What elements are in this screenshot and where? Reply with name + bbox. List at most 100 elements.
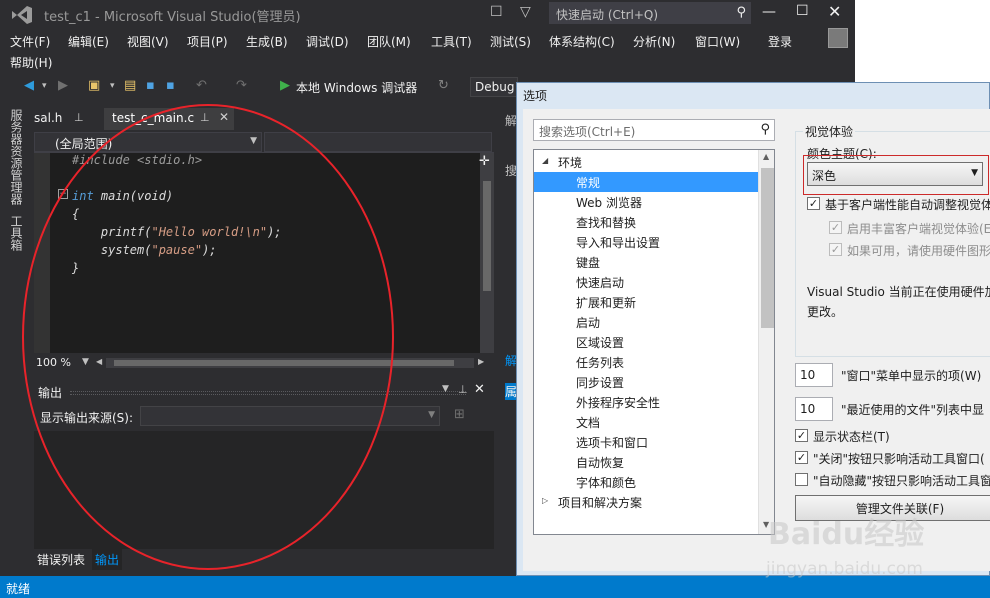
scroll-left-icon[interactable]: ◀: [96, 357, 102, 366]
zoom-select[interactable]: 100 % ▼: [34, 354, 92, 372]
undo-icon[interactable]: ↶: [196, 78, 207, 93]
tree-item-startup[interactable]: 启动: [534, 312, 758, 332]
output-text-area[interactable]: [34, 431, 494, 549]
tab-error-list[interactable]: 错误列表: [34, 549, 88, 570]
menu-help[interactable]: 帮助(H): [10, 54, 52, 71]
color-theme-select[interactable]: 深色 ▼: [807, 162, 983, 186]
rich-visual-checkbox[interactable]: ✓: [829, 221, 842, 234]
tree-item-general[interactable]: 常规: [534, 172, 758, 192]
toolbox-tab[interactable]: 工具箱: [8, 215, 25, 251]
code-line-3[interactable]: int main(void): [72, 189, 173, 203]
pin-icon[interactable]: ⊥: [200, 111, 210, 124]
scroll-thumb[interactable]: [761, 168, 774, 328]
open-file-icon[interactable]: ▤: [124, 78, 136, 93]
editor-horizontal-scrollbar[interactable]: [106, 358, 474, 368]
expanded-arrow-icon[interactable]: ◢: [542, 156, 548, 165]
options-search-input[interactable]: 搜索选项(Ctrl+E) ⚲: [533, 119, 775, 141]
autohide-active-checkbox[interactable]: [795, 473, 808, 486]
menu-view[interactable]: 视图(V): [127, 33, 169, 50]
close-tab-icon[interactable]: ✕: [219, 110, 229, 124]
menu-test[interactable]: 测试(S): [490, 33, 531, 50]
tree-item-quick-launch[interactable]: 快速启动: [534, 272, 758, 292]
save-icon[interactable]: ▪: [146, 78, 155, 93]
auto-adjust-checkbox[interactable]: ✓: [807, 197, 820, 210]
tree-item-addin-security[interactable]: 外接程序安全性: [534, 392, 758, 412]
avatar[interactable]: [828, 28, 848, 48]
scope-select[interactable]: (全局范围) ▼: [34, 132, 262, 152]
save-all-icon[interactable]: ▪: [166, 78, 175, 93]
solution-configuration-select[interactable]: Debug: [470, 77, 518, 97]
redo-icon[interactable]: ↷: [236, 78, 247, 93]
clear-output-icon[interactable]: ⊞: [454, 407, 465, 422]
collapsed-arrow-icon[interactable]: ▷: [542, 496, 548, 505]
tree-node-environment[interactable]: ◢ 环境: [534, 152, 758, 172]
maximize-button[interactable]: ☐: [796, 3, 809, 19]
collapse-icon[interactable]: −: [58, 189, 68, 199]
code-line-6[interactable]: system("pause");: [72, 243, 217, 257]
panel-grip[interactable]: [70, 391, 466, 395]
menu-analyze[interactable]: 分析(N): [633, 33, 675, 50]
member-select[interactable]: [264, 132, 492, 152]
new-project-icon[interactable]: ▣: [88, 78, 100, 93]
search-icon[interactable]: ⚲: [760, 122, 770, 137]
notification-filter-icon[interactable]: ▽: [520, 4, 538, 22]
close-active-checkbox[interactable]: ✓: [795, 451, 808, 464]
tree-item-autorecover[interactable]: 自动恢复: [534, 452, 758, 472]
forward-icon[interactable]: ▶: [58, 78, 68, 93]
tree-item-sync[interactable]: 同步设置: [534, 372, 758, 392]
scroll-up-icon[interactable]: ▲: [763, 152, 769, 161]
code-line-1[interactable]: #include <stdio.h>: [72, 153, 202, 167]
scroll-thumb[interactable]: [114, 360, 454, 366]
close-icon[interactable]: ✕: [474, 382, 485, 397]
tree-item-tabs-windows[interactable]: 选项卡和窗口: [534, 432, 758, 452]
feedback-icon[interactable]: ☐: [490, 4, 508, 22]
tab-sal-h[interactable]: sal.h ⊥: [26, 108, 96, 130]
quick-launch-input[interactable]: 快速启动 (Ctrl+Q) ⚲: [549, 2, 751, 24]
window-menu-count-input[interactable]: 10: [795, 363, 833, 387]
close-window-button[interactable]: ✕: [828, 2, 841, 21]
new-dropdown-icon[interactable]: ▾: [110, 81, 115, 91]
tree-item-locale[interactable]: 区域设置: [534, 332, 758, 352]
menu-architecture[interactable]: 体系结构(C): [549, 33, 615, 50]
tree-item-fonts-colors[interactable]: 字体和颜色: [534, 472, 758, 492]
menu-tools[interactable]: 工具(T): [431, 33, 472, 50]
show-statusbar-checkbox[interactable]: ✓: [795, 429, 808, 442]
editor-vertical-scrollbar[interactable]: [480, 153, 494, 353]
code-line-4[interactable]: {: [72, 207, 79, 221]
login-link[interactable]: 登录: [768, 33, 792, 50]
hw-accel-checkbox[interactable]: ✓: [829, 243, 842, 256]
chevron-down-icon[interactable]: ▼: [442, 384, 449, 394]
code-editor[interactable]: #include <stdio.h> − int main(void) { pr…: [34, 153, 480, 353]
code-line-5[interactable]: printf("Hello world!\n");: [72, 225, 282, 239]
tree-item-find-replace[interactable]: 查找和替换: [534, 212, 758, 232]
tree-item-extensions[interactable]: 扩展和更新: [534, 292, 758, 312]
tab-test-c-main[interactable]: test_c_main.c: [104, 108, 234, 130]
tree-node-projects[interactable]: ▷ 项目和解决方案: [534, 492, 758, 512]
recent-files-count-input[interactable]: 10: [795, 397, 833, 421]
pin-icon[interactable]: ⊥: [74, 111, 84, 124]
minimize-button[interactable]: —: [762, 4, 776, 20]
start-debugger-button[interactable]: 本地 Windows 调试器: [296, 79, 417, 96]
output-source-select[interactable]: ▼: [140, 406, 440, 426]
tree-item-import-export[interactable]: 导入和导出设置: [534, 232, 758, 252]
refresh-icon[interactable]: ↻: [438, 78, 449, 93]
menu-file[interactable]: 文件(F): [10, 33, 50, 50]
start-debugging-icon[interactable]: ▶: [280, 78, 290, 93]
menu-build[interactable]: 生成(B): [246, 33, 288, 50]
back-icon[interactable]: ◀: [24, 78, 34, 93]
menu-edit[interactable]: 编辑(E): [68, 33, 109, 50]
menu-window[interactable]: 窗口(W): [695, 33, 740, 50]
tree-item-documents[interactable]: 文档: [534, 412, 758, 432]
scroll-right-icon[interactable]: ▶: [478, 357, 484, 366]
tab-output[interactable]: 输出: [92, 549, 123, 570]
tree-item-web-browser[interactable]: Web 浏览器: [534, 192, 758, 212]
menu-debug[interactable]: 调试(D): [306, 33, 349, 50]
tree-item-keyboard[interactable]: 键盘: [534, 252, 758, 272]
pin-icon[interactable]: ⊥: [458, 383, 468, 396]
scroll-thumb[interactable]: [483, 181, 491, 291]
search-icon[interactable]: ⚲: [736, 5, 746, 20]
back-dropdown-icon[interactable]: ▾: [42, 81, 47, 91]
tree-scrollbar[interactable]: ▲ ▼: [758, 150, 774, 534]
server-explorer-tab[interactable]: 服务器资源管理器: [8, 109, 25, 205]
menu-team[interactable]: 团队(M): [367, 33, 411, 50]
